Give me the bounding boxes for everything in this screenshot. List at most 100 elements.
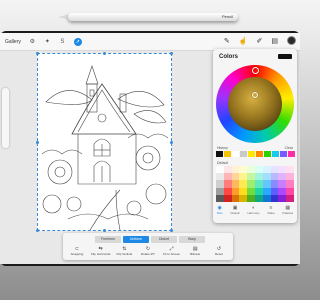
palette-swatch[interactable]: [247, 194, 255, 202]
transform-handle[interactable]: [170, 229, 173, 232]
palette-swatch[interactable]: [239, 187, 248, 195]
palette-swatch[interactable]: [278, 166, 287, 174]
palette-swatch[interactable]: [231, 166, 240, 174]
palette-swatch[interactable]: [278, 173, 287, 181]
palette-swatch[interactable]: [278, 180, 287, 188]
tab-palettes[interactable]: ▦ Palettes: [282, 205, 293, 215]
palette-swatch[interactable]: [270, 180, 279, 188]
tab-value[interactable]: ≡ Value: [267, 205, 274, 215]
palette-swatch[interactable]: [262, 173, 271, 181]
flip-vertical-button[interactable]: ⇅ Flip Vertical: [114, 246, 134, 256]
palette-swatch[interactable]: [262, 180, 271, 188]
reset-button[interactable]: ↺ Reset: [209, 246, 229, 256]
tab-disc[interactable]: ◉ Disc: [217, 205, 223, 215]
transform-handle[interactable]: [170, 141, 173, 144]
color-disc[interactable]: [216, 65, 294, 143]
palette-swatch[interactable]: [270, 166, 279, 174]
history-swatch[interactable]: [224, 151, 231, 157]
mode-warp-button[interactable]: Warp: [179, 236, 205, 243]
history-swatch[interactable]: [248, 151, 255, 157]
palette-swatch[interactable]: [223, 187, 232, 195]
palette-swatch[interactable]: [247, 187, 255, 195]
palette-swatch[interactable]: [216, 187, 224, 195]
tab-classic[interactable]: ▣ Classic: [230, 205, 240, 215]
history-clear-button[interactable]: Clear: [285, 146, 293, 150]
palette-swatch[interactable]: [286, 166, 294, 174]
palette-swatch[interactable]: [239, 194, 248, 202]
gallery-button[interactable]: Gallery: [5, 39, 21, 45]
palette-swatch[interactable]: [216, 173, 224, 181]
palette-swatch[interactable]: [231, 173, 240, 181]
mode-distort-button[interactable]: Distort: [151, 236, 177, 243]
color-picker-knob[interactable]: [252, 92, 258, 98]
palette-swatch[interactable]: [278, 194, 287, 202]
palette-swatch[interactable]: [262, 166, 271, 174]
selection-icon[interactable]: S: [59, 39, 66, 45]
palette-swatch[interactable]: [239, 166, 248, 174]
brush-size-sidebar[interactable]: [2, 88, 9, 148]
transform-handle[interactable]: [36, 229, 39, 232]
history-swatch[interactable]: [240, 151, 247, 157]
palette-swatch[interactable]: [286, 173, 294, 181]
magic-wand-icon[interactable]: ✦: [44, 38, 51, 45]
palette-swatch[interactable]: [286, 180, 294, 188]
transform-handle[interactable]: [170, 52, 173, 55]
hue-knob[interactable]: [252, 67, 259, 74]
palette-swatch[interactable]: [247, 180, 255, 188]
palette-swatch[interactable]: [223, 194, 232, 202]
history-swatch[interactable]: [256, 151, 263, 157]
smudge-icon[interactable]: ☝: [239, 37, 248, 45]
palette-swatch[interactable]: [270, 173, 279, 181]
transform-handle[interactable]: [103, 52, 106, 55]
current-color-swatch[interactable]: [278, 54, 292, 59]
palette-swatch[interactable]: [262, 194, 271, 202]
tab-harmony[interactable]: ◐ Harmony: [248, 205, 260, 215]
palette-swatch[interactable]: [255, 194, 263, 202]
palette-swatch[interactable]: [255, 173, 263, 181]
flip-horizontal-button[interactable]: ⇆ Flip Horizontal: [91, 246, 111, 256]
transform-handle[interactable]: [36, 52, 39, 55]
fit-to-screen-button[interactable]: ⤢ Fit to Screen: [162, 246, 182, 256]
palette-swatch[interactable]: [255, 180, 263, 188]
palette-swatch[interactable]: [247, 166, 255, 174]
history-swatch[interactable]: [288, 151, 295, 157]
palette-swatch[interactable]: [255, 187, 263, 195]
palette-swatch[interactable]: [223, 166, 232, 174]
mode-freeform-button[interactable]: Freeform: [95, 236, 121, 243]
active-color-dot[interactable]: [287, 36, 296, 45]
palette-swatch[interactable]: [239, 173, 248, 181]
transform-handle[interactable]: [103, 229, 106, 232]
history-swatch[interactable]: [280, 151, 287, 157]
palette-swatch[interactable]: [278, 187, 287, 195]
bilinear-button[interactable]: ▤ Bilinear: [185, 246, 205, 256]
rotate-45--button[interactable]: ↻ Rotate 45°: [138, 246, 158, 256]
history-swatch[interactable]: [216, 151, 223, 157]
brush-icon[interactable]: ✎: [224, 37, 230, 45]
history-swatch[interactable]: [232, 151, 239, 157]
palette-swatch[interactable]: [239, 180, 248, 188]
eraser-icon[interactable]: ✐: [257, 37, 263, 45]
palette-swatch[interactable]: [247, 173, 255, 181]
palette-swatch[interactable]: [270, 194, 279, 202]
transform-handle[interactable]: [36, 141, 39, 144]
mode-uniform-button[interactable]: Uniform: [123, 236, 149, 243]
palette-swatch[interactable]: [231, 180, 240, 188]
layers-icon[interactable]: ▤: [271, 37, 278, 45]
transform-icon[interactable]: ➚: [73, 37, 82, 46]
palette-swatch[interactable]: [255, 166, 263, 174]
palette-swatch[interactable]: [286, 194, 294, 202]
palette-swatch[interactable]: [216, 180, 224, 188]
history-swatch[interactable]: [272, 151, 279, 157]
palette-swatch[interactable]: [286, 187, 294, 195]
palette-swatch[interactable]: [216, 194, 224, 202]
palette-swatch[interactable]: [262, 187, 271, 195]
palette-swatch[interactable]: [216, 166, 224, 174]
palette-swatch[interactable]: [223, 180, 232, 188]
palette-swatch[interactable]: [231, 194, 240, 202]
drawing-canvas[interactable]: [36, 52, 173, 232]
snapping-button[interactable]: ⊂ Snapping: [67, 246, 87, 256]
saturation-brightness-disc[interactable]: [228, 77, 282, 131]
palette-swatch[interactable]: [231, 187, 240, 195]
history-swatch[interactable]: [264, 151, 271, 157]
palette-swatch[interactable]: [270, 187, 279, 195]
